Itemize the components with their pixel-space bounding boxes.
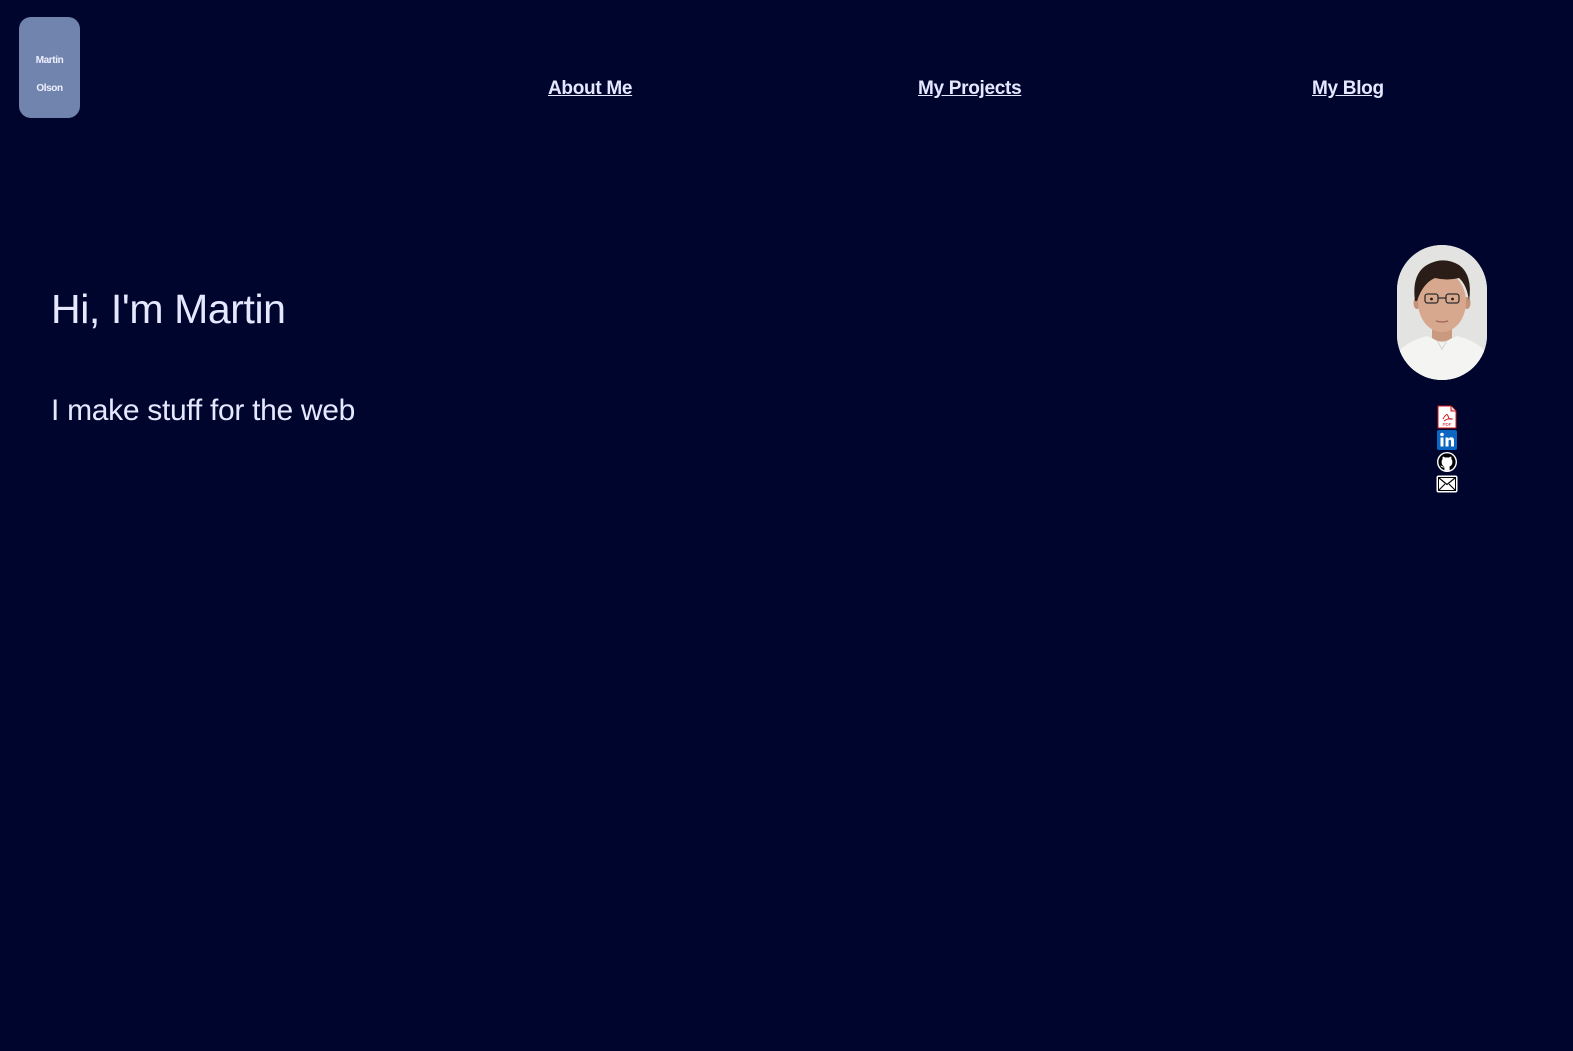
profile-photo-illustration bbox=[1397, 245, 1487, 380]
page: Martin Olson About Me My Projects My Blo… bbox=[0, 0, 1573, 1051]
github-link[interactable] bbox=[1436, 451, 1458, 473]
profile-photo bbox=[1397, 245, 1487, 380]
nav-my-blog[interactable]: My Blog bbox=[1312, 78, 1384, 100]
hero-subtitle: I make stuff for the web bbox=[51, 394, 356, 427]
email-link[interactable] bbox=[1436, 473, 1458, 495]
hero-title: Hi, I'm Martin bbox=[51, 286, 286, 332]
email-icon bbox=[1436, 475, 1458, 493]
logo-last-name: Olson bbox=[36, 83, 63, 94]
pdf-icon: PDF bbox=[1437, 405, 1457, 429]
linkedin-icon bbox=[1437, 430, 1457, 450]
github-icon bbox=[1437, 452, 1457, 472]
nav-my-projects[interactable]: My Projects bbox=[918, 78, 1022, 100]
logo-first-name: Martin bbox=[35, 55, 64, 66]
nav-about-me[interactable]: About Me bbox=[548, 78, 632, 100]
pdf-icon-label: PDF bbox=[1443, 422, 1452, 427]
social-links: PDF bbox=[1436, 405, 1458, 495]
logo-home-link[interactable]: Martin Olson bbox=[19, 17, 80, 118]
resume-pdf-link[interactable]: PDF bbox=[1436, 405, 1458, 429]
linkedin-link[interactable] bbox=[1436, 429, 1458, 451]
